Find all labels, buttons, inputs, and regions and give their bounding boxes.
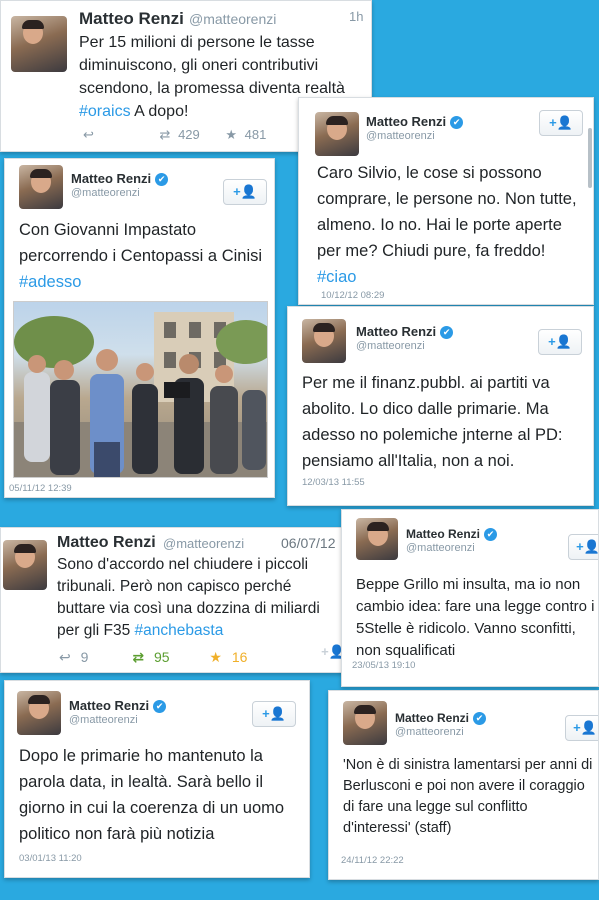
verified-icon: ✔	[473, 712, 487, 725]
avatar[interactable]	[302, 319, 346, 363]
verified-icon: ✔	[450, 116, 464, 129]
star-icon[interactable]: ★	[209, 649, 222, 666]
tweet-card: Matteo Renzi @matteorenzi 06/07/12 Sono …	[0, 527, 344, 673]
avatar[interactable]	[356, 518, 398, 560]
author-handle[interactable]: @matteorenzi	[366, 130, 435, 142]
avatar[interactable]	[11, 16, 67, 72]
tweet-date: 03/01/13 11:20	[19, 853, 82, 864]
reply-count: 9	[80, 649, 89, 665]
tweet-date: 12/03/13 11:55	[302, 477, 365, 488]
verified-icon: ✔	[153, 700, 167, 713]
tweet-text: Caro Silvio, le cose si possono comprare…	[317, 164, 577, 286]
author-handle[interactable]: @matteorenzi	[163, 536, 244, 551]
author-name[interactable]: Matteo Renzi ✔	[395, 711, 487, 725]
retweet-count: 95	[153, 649, 170, 665]
tweet-time: 06/07/12	[281, 535, 336, 551]
tweet-card: Matteo Renzi ✔ @matteorenzi +👤 Beppe Gril…	[341, 509, 599, 687]
verified-icon: ✔	[440, 326, 454, 339]
follow-button[interactable]: +👤	[539, 110, 583, 136]
tweet-date: 10/12/12 08:29	[321, 290, 385, 301]
tweet-card: Matteo Renzi ✔ @matteorenzi +👤 'Non è di …	[328, 690, 599, 880]
hashtag-link[interactable]: #oraics	[79, 103, 131, 120]
star-icon[interactable]: ★	[225, 127, 237, 143]
tweet-text: Con Giovanni Impastato percorrendo i Cen…	[19, 221, 263, 291]
verified-icon: ✔	[484, 528, 498, 541]
follow-button[interactable]: +👤	[538, 329, 582, 355]
tweet-actions: ↩ ⇄ 429 ★ 481	[83, 127, 266, 143]
tweet-photo[interactable]	[13, 301, 268, 478]
tweet-actions: ↩ 9 ⇄ 95 ★ 16	[59, 649, 247, 666]
tweet-card: Matteo Renzi ✔ @matteorenzi +👤 Caro Silvi…	[298, 97, 594, 305]
hashtag-link[interactable]: #adesso	[19, 273, 81, 291]
author-handle[interactable]: @matteorenzi	[69, 714, 138, 726]
tweet-date: 05/11/12 12:39	[9, 483, 72, 494]
tweet-card: Matteo Renzi ✔ @matteorenzi +👤 Per me il …	[287, 306, 594, 506]
author-name[interactable]: Matteo Renzi ✔	[356, 324, 454, 339]
author-name[interactable]: Matteo Renzi ✔	[69, 698, 167, 713]
hashtag-link[interactable]: #anchebasta	[135, 622, 224, 639]
tweet-text: Beppe Grillo mi insulta, ma io non cambi…	[356, 576, 595, 659]
tweet-date: 24/11/12 22:22	[341, 855, 404, 866]
follow-button[interactable]: +👤	[252, 701, 296, 727]
follow-button[interactable]: +👤	[565, 715, 598, 741]
retweet-icon[interactable]: ⇄	[132, 649, 144, 666]
avatar[interactable]	[19, 165, 63, 209]
retweet-icon[interactable]: ⇄	[160, 127, 171, 143]
author-handle[interactable]: @matteorenzi	[406, 542, 475, 554]
follow-button[interactable]: +👤	[568, 534, 598, 560]
author-handle[interactable]: @matteorenzi	[356, 340, 425, 352]
retweet-count: 429	[178, 127, 200, 142]
tweet-time: 1h	[349, 9, 364, 24]
author-handle[interactable]: @matteorenzi	[71, 187, 140, 199]
author-handle[interactable]: @matteorenzi	[189, 11, 276, 27]
follow-button[interactable]: +👤	[223, 179, 267, 205]
tweet-text: Sono d'accordo nel chiudere i piccoli tr…	[57, 556, 320, 639]
author-name[interactable]: Matteo Renzi ✔	[71, 171, 169, 186]
tweet-text: Dopo le primarie ho mantenuto la parola …	[19, 747, 285, 843]
reply-icon[interactable]: ↩	[59, 649, 71, 666]
photo-scene	[14, 312, 267, 477]
reply-icon[interactable]: ↩	[83, 127, 94, 143]
favorite-count: 481	[244, 127, 267, 142]
tweet-card: Matteo Renzi ✔ @matteorenzi +👤 Dopo le pr…	[4, 680, 310, 878]
avatar[interactable]	[17, 691, 61, 735]
hashtag-link[interactable]: #ciao	[317, 268, 356, 286]
avatar[interactable]	[315, 112, 359, 156]
tweet-date: 23/05/13 19:10	[352, 660, 416, 671]
scrollbar[interactable]	[588, 128, 592, 188]
verified-icon: ✔	[155, 173, 169, 186]
avatar[interactable]	[3, 540, 47, 590]
avatar[interactable]	[343, 701, 387, 745]
tweet-card: Matteo Renzi ✔ @matteorenzi +👤 Con Giovan…	[4, 158, 275, 498]
favorite-count: 16	[231, 649, 248, 665]
tweet-text: 'Non è di sinistra lamentarsi per anni d…	[343, 757, 593, 836]
author-name[interactable]: Matteo Renzi ✔	[366, 114, 464, 129]
author-name[interactable]: Matteo Renzi ✔	[406, 527, 498, 541]
tweet-text: Per me il finanz.pubbl. ai partiti va ab…	[302, 374, 563, 470]
author-name[interactable]: Matteo Renzi	[57, 534, 156, 552]
author-handle[interactable]: @matteorenzi	[395, 726, 464, 738]
author-name[interactable]: Matteo Renzi	[79, 9, 184, 29]
